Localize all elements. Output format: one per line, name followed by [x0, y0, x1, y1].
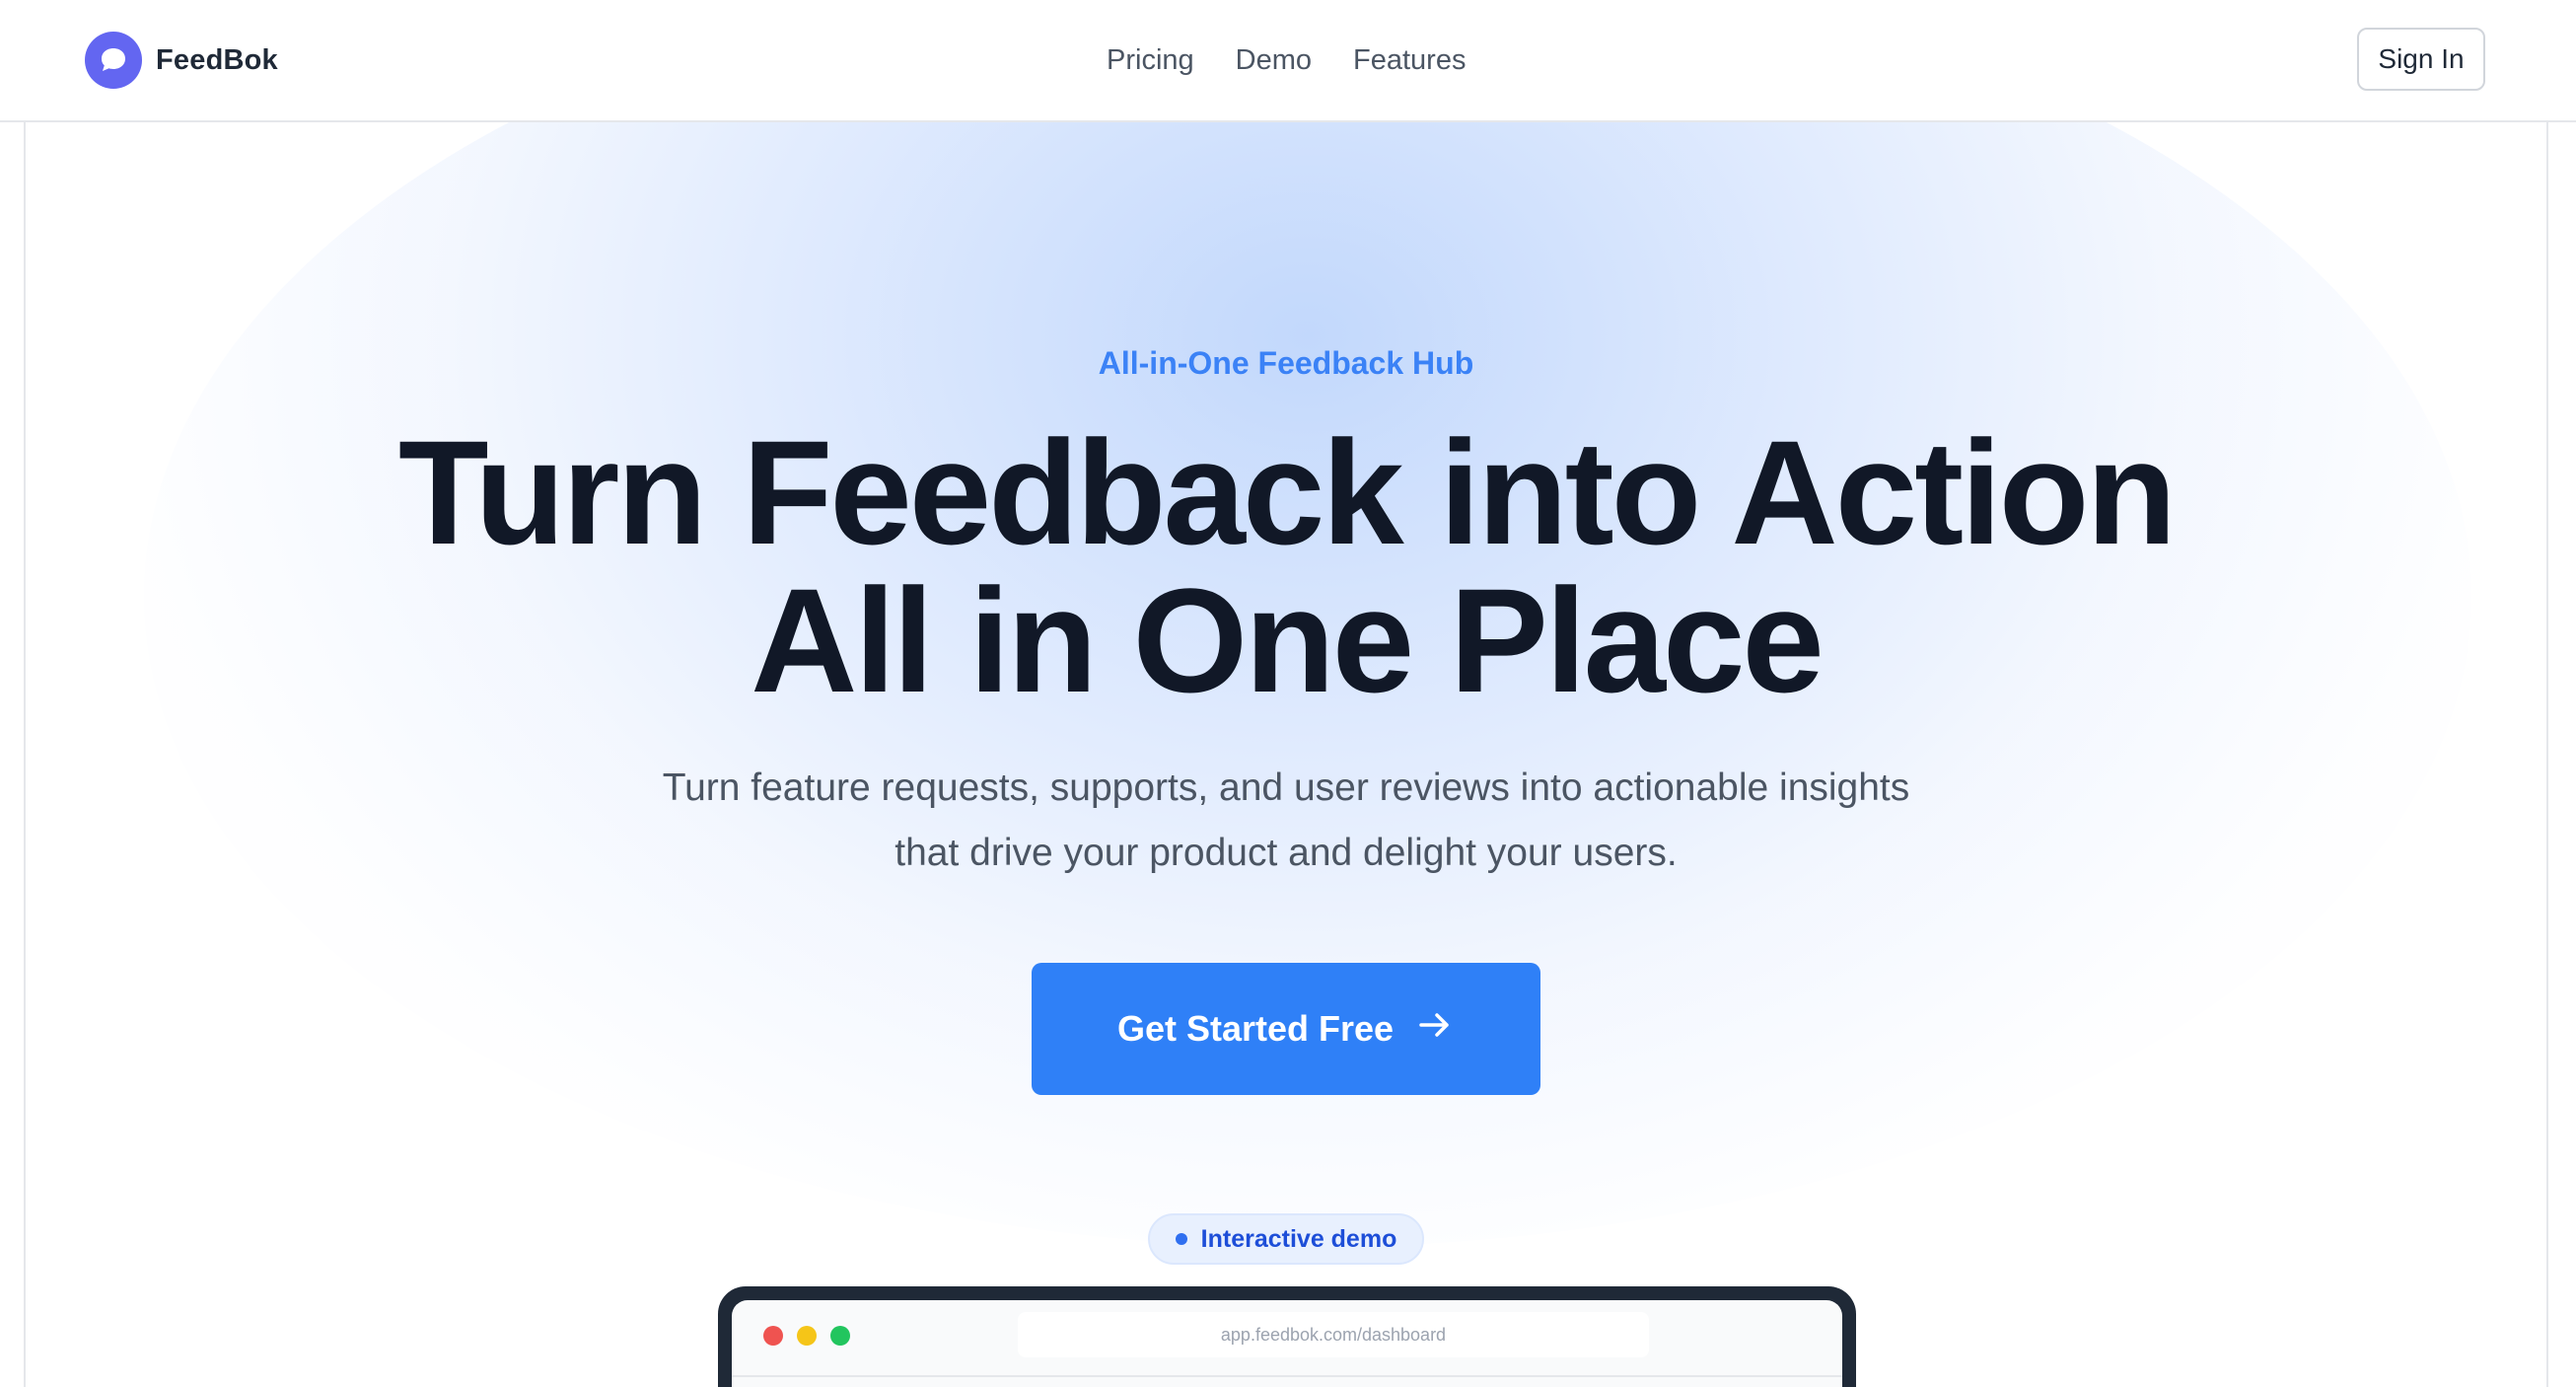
- demo-browser-window: app.feedbok.com/dashboard: [732, 1300, 1842, 1387]
- close-dot-icon: [763, 1326, 783, 1346]
- hero-subtitle: Turn feature requests, supports, and use…: [26, 756, 2546, 886]
- top-nav: FeedBok Pricing Demo Features Sign In: [0, 0, 2576, 122]
- sign-in-button[interactable]: Sign In: [2357, 28, 2485, 91]
- minimize-dot-icon: [797, 1326, 817, 1346]
- brand-name: FeedBok: [156, 43, 278, 76]
- frame-border-right: [2546, 122, 2548, 1387]
- headline-line-1: Turn Feedback into Action: [397, 409, 2177, 575]
- browser-toolbar-divider: [732, 1375, 1842, 1377]
- subtitle-line-2: that drive your product and delight your…: [894, 832, 1678, 874]
- nav-link-demo[interactable]: Demo: [1236, 44, 1312, 77]
- nav-link-features[interactable]: Features: [1353, 44, 1466, 77]
- hero-section: All-in-One Feedback Hub Turn Feedback in…: [26, 122, 2546, 1387]
- headline-line-2: All in One Place: [751, 557, 1825, 723]
- arrow-right-icon: [1415, 1005, 1455, 1054]
- window-controls: [763, 1326, 850, 1346]
- get-started-button[interactable]: Get Started Free: [1032, 963, 1540, 1095]
- hero-headline: Turn Feedback into Action All in One Pla…: [26, 418, 2546, 714]
- interactive-demo-badge: Interactive demo: [1148, 1213, 1424, 1265]
- hero-eyebrow: All-in-One Feedback Hub: [1098, 345, 1474, 381]
- landing-page: FeedBok Pricing Demo Features Sign In Al…: [0, 0, 2576, 1387]
- nav-links: Pricing Demo Features: [1107, 37, 1466, 83]
- brand[interactable]: FeedBok: [85, 32, 278, 89]
- subtitle-line-1: Turn feature requests, supports, and use…: [662, 766, 1910, 809]
- address-bar: app.feedbok.com/dashboard: [1018, 1312, 1649, 1357]
- frame-border-left: [24, 122, 26, 1387]
- demo-badge-label: Interactive demo: [1200, 1224, 1397, 1253]
- status-dot-icon: [1175, 1233, 1187, 1245]
- maximize-dot-icon: [830, 1326, 850, 1346]
- demo-device-frame: app.feedbok.com/dashboard: [718, 1286, 1856, 1387]
- chat-bubble-icon: [85, 32, 142, 89]
- nav-link-pricing[interactable]: Pricing: [1107, 44, 1194, 77]
- cta-label: Get Started Free: [1116, 1008, 1395, 1049]
